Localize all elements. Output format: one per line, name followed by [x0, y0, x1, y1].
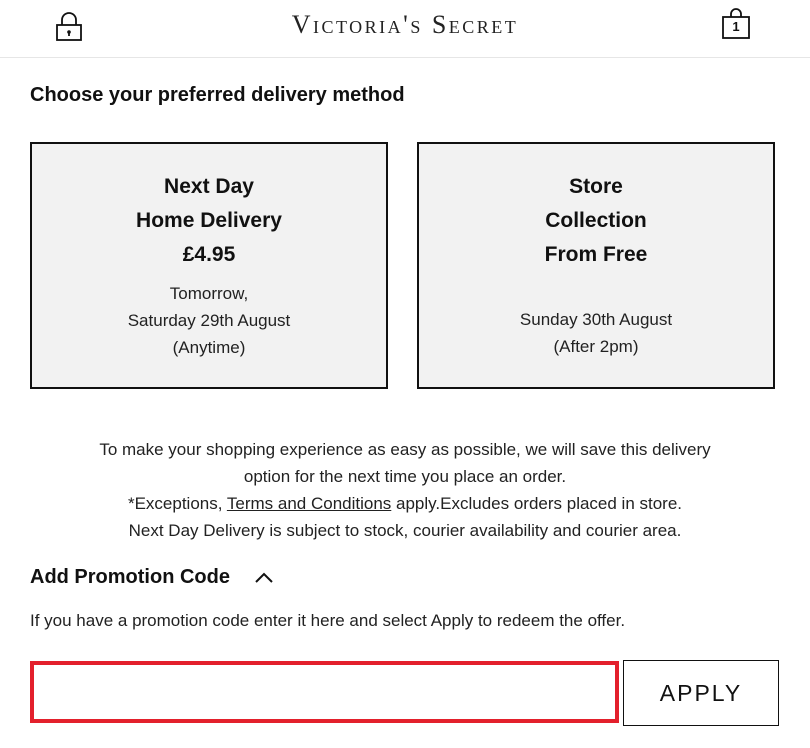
option-heading-line: Home Delivery	[136, 209, 282, 232]
brand-logo[interactable]: Victoria's Secret	[0, 10, 810, 40]
info-suffix: apply.Excludes orders placed in store.	[391, 494, 683, 513]
option-detail: Sunday 30th August (After 2pm)	[419, 306, 773, 360]
home-delivery-option[interactable]: Next Day Home Delivery £4.95 Tomorrow, S…	[30, 142, 388, 389]
delivery-method-title: Choose your preferred delivery method	[30, 84, 405, 106]
option-detail-line: Sunday 30th August	[519, 310, 673, 329]
promotion-code-description: If you have a promotion code enter it he…	[30, 611, 626, 630]
delivery-info-text: To make your shopping experience as easy…	[0, 436, 810, 544]
apply-button[interactable]: APPLY	[623, 660, 779, 726]
info-line: To make your shopping experience as easy…	[99, 440, 711, 459]
info-line: *Exceptions, Terms and Conditions apply.…	[0, 490, 810, 517]
option-detail-line: (Anytime)	[172, 338, 246, 357]
terms-and-conditions-link[interactable]: Terms and Conditions	[227, 494, 391, 513]
option-detail-line: Tomorrow,	[169, 284, 249, 303]
promotion-code-input[interactable]	[30, 661, 619, 723]
option-detail: Tomorrow, Saturday 29th August (Anytime)	[32, 280, 386, 361]
chevron-up-icon[interactable]	[254, 572, 274, 584]
info-prefix: *Exceptions,	[127, 494, 227, 513]
option-price: £4.95	[182, 243, 236, 266]
promotion-code-title: Add Promotion Code	[30, 566, 230, 588]
option-heading-line: Collection	[545, 209, 647, 232]
option-heading-line: Store	[569, 175, 623, 198]
option-detail-line: (After 2pm)	[553, 337, 639, 356]
info-line: Next Day Delivery is subject to stock, c…	[128, 521, 682, 540]
promotion-code-toggle[interactable]: Add Promotion Code	[30, 566, 274, 589]
option-heading-line: Next Day	[164, 175, 254, 198]
site-header: Victoria's Secret 1	[0, 0, 810, 58]
option-detail-line: Saturday 29th August	[127, 311, 291, 330]
store-collection-option[interactable]: Store Collection From Free Sunday 30th A…	[417, 142, 775, 389]
info-line: option for the next time you place an or…	[243, 467, 567, 486]
option-heading: Next Day Home Delivery £4.95	[32, 170, 386, 272]
option-price: From Free	[544, 243, 648, 266]
shopping-bag-icon[interactable]: 1	[721, 8, 751, 40]
option-heading: Store Collection From Free	[419, 170, 773, 272]
bag-count-badge: 1	[732, 19, 740, 34]
